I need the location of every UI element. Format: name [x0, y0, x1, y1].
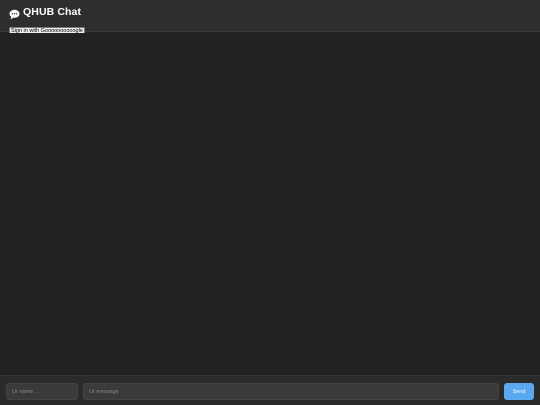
speech-bubble-icon — [9, 7, 20, 19]
title-row: QHUB Chat — [9, 5, 531, 19]
chat-app: QHUB Chat Sign in with Goooooooooogle Se… — [0, 0, 540, 405]
composer-bar: Send — [0, 375, 540, 405]
message-list[interactable] — [0, 33, 540, 375]
send-button[interactable]: Send — [504, 383, 534, 400]
message-input[interactable] — [83, 383, 499, 400]
name-input[interactable] — [6, 383, 78, 400]
header: QHUB Chat Sign in with Goooooooooogle — [0, 0, 540, 36]
app-title: QHUB Chat — [23, 6, 82, 18]
